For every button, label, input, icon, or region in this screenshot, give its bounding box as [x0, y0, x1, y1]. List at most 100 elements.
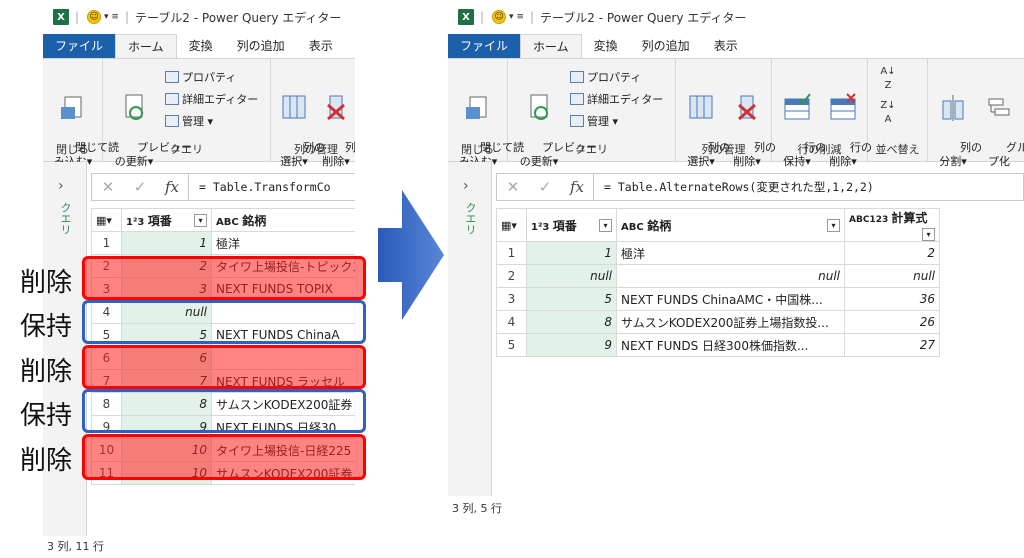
choose-columns-button[interactable]: 列の 選択▾ [275, 65, 325, 183]
cell-name[interactable]: NEXT FUNDS ChinaAMC・中国株... [616, 287, 845, 311]
filter-dropdown-icon[interactable]: ▾ [194, 213, 207, 227]
fx-icon[interactable]: fx [156, 178, 188, 196]
cell-number[interactable]: 5 [526, 287, 617, 311]
table-menu-icon[interactable]: ▦▾ [91, 208, 122, 232]
window-title: テーブル2 - Power Query エディター [540, 10, 747, 25]
cell-calc[interactable]: 27 [844, 333, 940, 357]
cell-calc[interactable]: 26 [844, 310, 940, 334]
sort-ascending-button[interactable]: A↓ Z [878, 65, 898, 93]
cell-name[interactable]: NEXT FUNDS 日経300株価指数... [616, 333, 845, 357]
tab-transform[interactable]: 変換 [177, 34, 225, 58]
group-close-label: 閉じる [461, 143, 494, 156]
table-header-row: ▦▾ 1²3 項番 ▾ ABC 銘柄 ▾ ABC123 計算式 ▾ [496, 208, 940, 242]
advanced-editor-button[interactable]: 詳細エディター [570, 89, 663, 109]
tab-home[interactable]: ホーム [115, 34, 177, 58]
advanced-editor-button[interactable]: 詳細エディター [165, 89, 258, 109]
smiley-icon[interactable]: ☺ [492, 10, 507, 24]
expand-chevron-icon[interactable]: › [463, 178, 469, 194]
column-header-number[interactable]: 1²3 項番 ▾ [526, 208, 617, 242]
table-menu-icon[interactable]: ▦▾ [496, 208, 527, 242]
tab-home[interactable]: ホーム [520, 34, 582, 58]
preview-refresh-button[interactable]: プレビュー の更新▾ [514, 65, 597, 183]
commit-formula-icon[interactable]: ✓ [529, 178, 561, 196]
queries-pane[interactable]: › クエリ [43, 162, 87, 536]
cell-calc[interactable]: 2 [844, 241, 940, 265]
filter-dropdown-icon[interactable]: ▾ [922, 228, 935, 241]
expand-chevron-icon[interactable]: › [58, 178, 64, 194]
tab-view[interactable]: 表示 [297, 34, 345, 58]
cell-number[interactable]: 9 [526, 333, 617, 357]
label-remove-3: 削除 [20, 446, 73, 476]
ribbon: 閉じて読 み込む▾ 閉じる プレビュー の更新▾ プロパティ 詳細エディター 管… [448, 58, 1024, 168]
cell-calc[interactable]: 36 [844, 287, 940, 311]
cell-number[interactable]: 1 [121, 231, 212, 255]
close-load-icon [464, 93, 492, 123]
formula-text[interactable]: = Table.TransformCo [188, 174, 331, 200]
table-row[interactable]: 3 5 NEXT FUNDS ChinaAMC・中国株... 36 [496, 287, 940, 311]
row-number[interactable]: 3 [496, 287, 527, 311]
manage-icon [165, 115, 179, 127]
column-header-name[interactable]: ABC 銘柄 [211, 208, 355, 232]
manage-button[interactable]: 管理 ▾ [165, 111, 213, 131]
tab-file[interactable]: ファイル [43, 34, 116, 58]
formula-text[interactable]: = Table.AlternateRows(変更された型,1,2,2) [593, 174, 1023, 200]
properties-button[interactable]: プロパティ [570, 67, 641, 87]
row-number[interactable]: 2 [496, 264, 527, 288]
formula-bar[interactable]: ✕ ✓ fx = Table.AlternateRows(変更された型,1,2,… [496, 173, 1024, 201]
cancel-formula-icon[interactable]: ✕ [497, 178, 529, 196]
cell-name[interactable]: 極洋 [616, 241, 845, 265]
right-arrow-icon [378, 190, 444, 320]
remove-columns-button[interactable]: 列の 削除▾ [317, 65, 355, 183]
row-number[interactable]: 1 [496, 241, 527, 265]
qat-dropdown-icon[interactable]: ▾ ≡ [104, 12, 119, 22]
filter-dropdown-icon[interactable]: ▾ [599, 218, 612, 232]
group-by-button[interactable]: グルー プ化 [978, 65, 1024, 183]
formula-bar[interactable]: ✕ ✓ fx = Table.TransformCo [91, 173, 355, 201]
queries-pane[interactable]: › クエリ [448, 162, 492, 496]
properties-button[interactable]: プロパティ [165, 67, 236, 87]
remove-columns-button[interactable]: 列の 削除▾ [726, 65, 776, 183]
table-row[interactable]: 1 1 極洋 [91, 231, 355, 255]
table-row[interactable]: 2 null null null [496, 264, 940, 288]
cell-number[interactable]: null [526, 264, 617, 288]
remove-highlight-2 [82, 345, 366, 389]
column-header-name[interactable]: ABC 銘柄 ▾ [616, 208, 845, 242]
preview-refresh-button[interactable]: プレビュー の更新▾ [109, 65, 192, 183]
cancel-formula-icon[interactable]: ✕ [92, 178, 124, 196]
tab-file[interactable]: ファイル [448, 34, 521, 58]
table-row[interactable]: 5 9 NEXT FUNDS 日経300株価指数... 27 [496, 333, 940, 357]
row-number[interactable]: 5 [496, 333, 527, 357]
group-close: 閉じて読 み込む▾ 閉じる [448, 59, 524, 168]
row-number[interactable]: 4 [496, 310, 527, 334]
choose-columns-button[interactable]: 列の 選択▾ [680, 65, 730, 183]
filter-dropdown-icon[interactable]: ▾ [827, 218, 840, 232]
cell-name[interactable]: 極洋 [211, 231, 355, 255]
sort-descending-button[interactable]: Z↓ A [878, 99, 898, 127]
manage-button[interactable]: 管理 ▾ [570, 111, 618, 131]
cell-name[interactable]: サムスンKODEX200証券上場指数投... [616, 310, 845, 334]
table-row[interactable]: 1 1 極洋 2 [496, 241, 940, 265]
split-column-button[interactable]: 列の 分割▾ [932, 65, 982, 183]
column-header-calc[interactable]: ABC123 計算式 ▾ [844, 208, 940, 242]
cell-number[interactable]: 8 [526, 310, 617, 334]
column-header-number[interactable]: 1²3 項番 ▾ [121, 208, 212, 232]
tab-add-column[interactable]: 列の追加 [225, 34, 297, 58]
cell-calc[interactable]: null [844, 264, 940, 288]
group-by-icon [985, 93, 1013, 123]
tab-transform[interactable]: 変換 [582, 34, 630, 58]
tab-view[interactable]: 表示 [702, 34, 750, 58]
group-manage-cols-label: 列の管理 [294, 143, 338, 156]
smiley-icon[interactable]: ☺ [87, 10, 102, 24]
row-number[interactable]: 1 [91, 231, 122, 255]
tab-add-column[interactable]: 列の追加 [630, 34, 702, 58]
table-row[interactable]: 4 8 サムスンKODEX200証券上場指数投... 26 [496, 310, 940, 334]
remove-rows-button[interactable]: 行の 削除▾ [822, 65, 872, 183]
window-title: テーブル2 - Power Query エディター [135, 10, 342, 25]
cell-name[interactable]: null [616, 264, 845, 288]
qat-dropdown-icon[interactable]: ▾ ≡ [509, 12, 524, 22]
keep-rows-button[interactable]: 行の 保持▾ [776, 65, 826, 183]
cell-number[interactable]: 1 [526, 241, 617, 265]
commit-formula-icon[interactable]: ✓ [124, 178, 156, 196]
fx-icon[interactable]: fx [561, 178, 593, 196]
group-query: プレビュー の更新▾ プロパティ 詳細エディター 管理 ▾ クエリ [508, 59, 676, 168]
